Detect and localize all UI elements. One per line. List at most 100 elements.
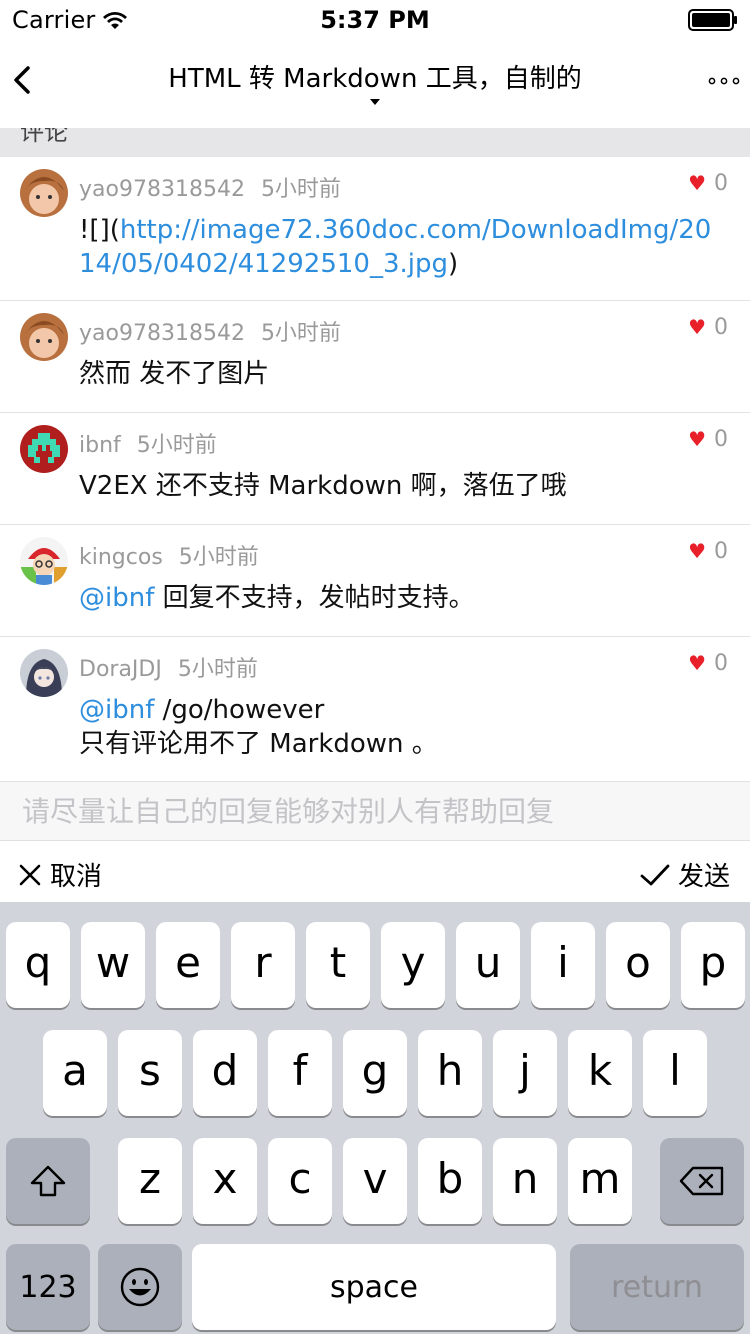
avatar[interactable] [20,169,68,217]
key-h[interactable]: h [418,1030,482,1116]
comment-username[interactable]: kingcos [79,545,163,570]
avatar[interactable] [20,649,68,697]
like-button[interactable]: ♥ 0 [688,171,728,196]
status-bar: Carrier 5:37 PM [0,0,750,40]
key-p[interactable]: p [681,922,745,1008]
cancel-label: 取消 [50,862,103,892]
status-time: 5:37 PM [320,6,430,34]
mention-link[interactable]: ibnf [105,695,154,725]
comment-body: @ibnf /go/however 只有评论用不了 Markdown 。 [79,693,726,761]
key-j[interactable]: j [493,1030,557,1116]
emoji-icon [120,1267,160,1307]
comment-body: @ibnf 回复不支持，发帖时支持。 [79,581,726,615]
like-button[interactable]: ♥ 0 [688,315,728,340]
heart-icon[interactable]: ♥ [688,427,706,451]
shift-icon [30,1165,66,1197]
key-u[interactable]: u [456,922,520,1008]
return-key[interactable]: return [570,1244,744,1330]
comment-body: V2EX 还不支持 Markdown 啊，落伍了哦 [79,471,567,501]
comment-text: ) [448,249,459,279]
key-r[interactable]: r [231,922,295,1008]
like-count: 0 [714,171,728,196]
like-count: 0 [714,427,728,452]
comment-text: ![]( [79,215,120,245]
back-chevron-icon[interactable] [6,58,42,102]
key-z[interactable]: z [118,1138,182,1224]
emoji-key[interactable] [98,1244,182,1330]
ellipsis-icon[interactable] [706,66,742,96]
comment-username[interactable]: ibnf [79,433,121,458]
comment-link[interactable]: http://image72.360doc.com/DownloadImg/20… [79,215,711,279]
heart-icon[interactable]: ♥ [688,171,706,195]
comment-line: 只有评论用不了 Markdown 。 [79,729,438,759]
comment-time: 5小时前 [260,321,341,346]
checkmark-icon [640,864,670,885]
battery-icon [688,9,737,31]
heart-icon[interactable]: ♥ [688,539,706,563]
keyboard: q w e r t y u i o p a s d f g h j k l z … [0,902,750,1334]
key-k[interactable]: k [568,1030,632,1116]
comment-username[interactable]: yao978318542 [79,321,245,346]
like-button[interactable]: ♥ 0 [688,427,728,452]
cancel-button[interactable]: 取消 [18,856,102,893]
send-label: 发送 [677,862,730,892]
like-button[interactable]: ♥ 0 [688,539,728,564]
delete-key[interactable] [660,1138,744,1224]
comment-time: 5小时前 [178,545,259,570]
delete-icon [679,1166,724,1196]
key-x[interactable]: x [193,1138,257,1224]
key-w[interactable]: w [81,922,145,1008]
reply-input[interactable] [0,782,750,840]
like-button[interactable]: ♥ 0 [688,651,728,676]
comment-item: yao978318542 5小时前 ♥ 0 然而 发不了图片 [0,301,750,413]
key-m[interactable]: m [568,1138,632,1224]
caret-down-icon[interactable] [369,98,381,106]
key-n[interactable]: n [493,1138,557,1224]
key-a[interactable]: a [43,1030,107,1116]
reply-input-container [0,781,750,841]
reply-actions: 取消 发送 [0,842,750,902]
avatar[interactable] [20,313,68,361]
avatar[interactable] [20,425,68,473]
mention-at[interactable]: @ [79,695,105,725]
key-o[interactable]: o [606,922,670,1008]
heart-icon[interactable]: ♥ [688,651,706,675]
key-f[interactable]: f [268,1030,332,1116]
key-t[interactable]: t [306,922,370,1008]
avatar[interactable] [20,537,68,585]
send-button[interactable]: 发送 [640,856,730,893]
heart-icon[interactable]: ♥ [688,315,706,339]
comment-item: kingcos 5小时前 ♥ 0 @ibnf 回复不支持，发帖时支持。 [0,525,750,637]
comment-body: 然而 发不了图片 [79,359,270,389]
page-title[interactable]: HTML 转 Markdown 工具，自制的 [100,58,650,95]
like-count: 0 [714,651,728,676]
key-y[interactable]: y [381,922,445,1008]
key-e[interactable]: e [156,922,220,1008]
comment-text: /go/however [154,695,325,725]
comment-list: yao978318542 5小时前 ♥ 0 ![](http://image72.3… [0,157,750,781]
key-v[interactable]: v [343,1138,407,1224]
comment-username[interactable]: yao978318542 [79,177,245,202]
comment-time: 5小时前 [177,657,258,682]
comment-item: ibnf 5小时前 ♥ 0 V2EX 还不支持 Markdown 啊，落伍了哦 [0,413,750,525]
key-l[interactable]: l [643,1030,707,1116]
key-g[interactable]: g [343,1030,407,1116]
key-d[interactable]: d [193,1030,257,1116]
numbers-key[interactable]: 123 [6,1244,90,1330]
key-b[interactable]: b [418,1138,482,1224]
like-count: 0 [714,539,728,564]
key-c[interactable]: c [268,1138,332,1224]
mention-link[interactable]: ibnf [105,583,154,613]
space-key[interactable]: space [192,1244,556,1330]
mention-at[interactable]: @ [79,583,105,613]
key-i[interactable]: i [531,922,595,1008]
shift-key[interactable] [6,1138,90,1224]
comment-meta: ibnf 5小时前 [79,427,217,459]
comments-section-header: 评论 [0,128,750,157]
key-q[interactable]: q [6,922,70,1008]
comment-username[interactable]: DoraJDJ [79,657,162,682]
like-count: 0 [714,315,728,340]
key-s[interactable]: s [118,1030,182,1116]
comment-time: 5小时前 [136,433,217,458]
close-icon [19,864,41,885]
